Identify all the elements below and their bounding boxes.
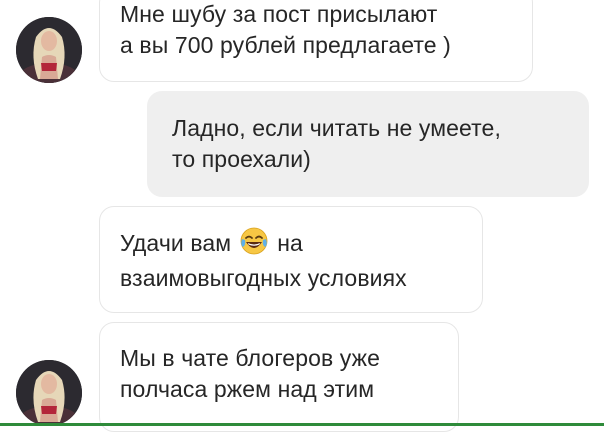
message-bubble-incoming[interactable]: Удачи вам на взаимовыгодных условиях bbox=[99, 206, 483, 313]
message-text: Удачи вам bbox=[120, 230, 232, 256]
sender-avatar[interactable] bbox=[16, 360, 82, 426]
message-text: взаимовыгодных условиях bbox=[120, 265, 407, 291]
message-text: то проехали) bbox=[172, 146, 311, 172]
message-text-line: Удачи вам на bbox=[120, 227, 462, 263]
message-text: Мы в чате блогеров уже bbox=[120, 345, 381, 371]
avatar-photo-icon bbox=[16, 360, 82, 426]
sender-avatar[interactable] bbox=[16, 17, 82, 83]
message-text: на bbox=[277, 230, 303, 256]
message-text: а вы 700 рублей предлагаете ) bbox=[120, 32, 451, 58]
avatar-photo-icon bbox=[16, 17, 82, 83]
message-bubble-incoming[interactable]: Мы в чате блогеров уже полчаса ржем над … bbox=[99, 322, 459, 432]
face-with-tears-of-joy-icon bbox=[240, 227, 268, 263]
message-text: Ладно, если читать не умеете, bbox=[172, 115, 501, 141]
message-bubble-outgoing[interactable]: Ладно, если читать не умеете, то проехал… bbox=[147, 91, 589, 197]
message-text: Мне шубу за пост присылают bbox=[120, 1, 438, 27]
message-bubble-incoming[interactable]: Мне шубу за пост присылают а вы 700 рубл… bbox=[99, 0, 533, 82]
message-text: полчаса ржем над этим bbox=[120, 376, 375, 402]
